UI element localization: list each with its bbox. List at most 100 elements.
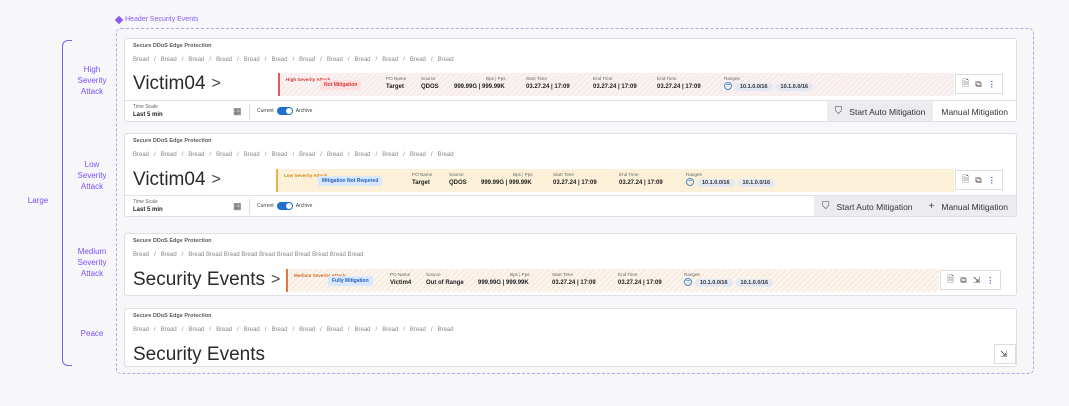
breadcrumb-item[interactable]: Bread [244, 57, 260, 63]
breadcrumb-item[interactable]: Bread [299, 152, 315, 158]
breadcrumb-item[interactable]: Bread [438, 57, 454, 63]
breadcrumb-separator: / [237, 327, 239, 333]
header-card-medium: Secure DDoS Edge Protection Bread / Bread /… [124, 233, 1017, 296]
breadcrumb-item[interactable]: Bread [188, 327, 204, 333]
breadcrumb-item[interactable]: Bread [133, 252, 149, 258]
severity-band: Medium Severity Attack Fully Mitigation … [286, 269, 939, 292]
breadcrumb-item[interactable]: Bread [299, 57, 315, 63]
breadcrumb-item[interactable]: Bread [327, 327, 343, 333]
group-label: Large [27, 196, 49, 205]
breadcrumb-separator: / [209, 327, 212, 333]
breadcrumb-separator: / [320, 327, 322, 333]
manual-mitigation-button[interactable]: + Manual Mitigation [921, 201, 1016, 212]
current-archive-toggle[interactable]: Current Archive [257, 107, 312, 115]
breadcrumb: Bread / Bread / Bread / Bread / Bread / Bread / Brea… [133, 152, 454, 158]
kebab-icon[interactable]: ⋮ [986, 276, 994, 285]
start-auto-mitigation-button[interactable]: ⛉ Start Auto Mitigation [827, 106, 934, 117]
kebab-icon[interactable]: ⋮ [988, 80, 996, 89]
variant-label-peace: Peace [80, 329, 104, 338]
breadcrumb-item[interactable]: Bread [438, 152, 454, 158]
page-title[interactable]: Victim04 > [133, 169, 221, 191]
document-icon[interactable]: 🗎 [962, 76, 969, 92]
breadcrumb-item[interactable]: Bread [355, 152, 371, 158]
copy-icon[interactable]: ⧉ [975, 79, 981, 90]
breadcrumb-item[interactable]: Bread [188, 152, 204, 158]
calendar-icon[interactable]: ▦ [233, 106, 242, 117]
breadcrumb-separator: / [347, 327, 350, 333]
breadcrumb-item[interactable]: Bread [327, 152, 343, 158]
plus-icon: + [928, 201, 935, 212]
group-bracket [62, 40, 72, 366]
breadcrumb-item[interactable]: Bread [133, 152, 149, 158]
severity-band: Low Severity Attack Mitigation Not Requi… [276, 169, 954, 192]
page-title[interactable]: Victim04 > [133, 73, 221, 95]
remove-circle-icon[interactable]: − [684, 278, 692, 286]
export-icon[interactable]: ⇲ [1000, 349, 1008, 360]
detail-col: PO Name Target [386, 76, 407, 90]
header-actions: 🗎 ⧉ ⋮ [955, 170, 1003, 190]
breadcrumb-item[interactable]: Bread [161, 252, 177, 258]
time-scale-value[interactable]: Last 5 min [133, 112, 163, 118]
breadcrumb-item[interactable]: Bread [355, 57, 371, 63]
breadcrumb-separator: / [209, 152, 212, 158]
chevron-right-icon: > [271, 271, 281, 288]
kebab-icon[interactable]: ⋮ [988, 176, 996, 185]
breadcrumb-item[interactable]: Bread [355, 327, 371, 333]
remove-circle-icon[interactable]: − [686, 178, 694, 186]
document-icon[interactable]: 🗎 [947, 272, 954, 288]
export-icon[interactable]: ⇲ [973, 275, 981, 286]
breadcrumb-item[interactable]: Bread [410, 152, 426, 158]
manual-mitigation-button[interactable]: Manual Mitigation [933, 101, 1016, 121]
breadcrumb-separator: / [320, 152, 322, 158]
card-title: Secure DDoS Edge Protection [133, 43, 212, 49]
breadcrumb-separator: / [403, 327, 405, 333]
breadcrumb-item[interactable]: Bread [188, 57, 204, 63]
breadcrumb-item[interactable]: Bread [382, 57, 398, 63]
breadcrumb-item[interactable]: Bread [271, 57, 287, 63]
shield-icon: ⛉ [821, 201, 830, 212]
detail-col: End Time 03.27.24 | 17:09 [593, 76, 637, 90]
frame-title: Header Security Events [114, 15, 199, 24]
breadcrumb-item[interactable]: Bread [382, 152, 398, 158]
breadcrumb-separator: / [154, 57, 156, 63]
breadcrumb-separator: / [347, 152, 350, 158]
breadcrumb: Bread / Bread / Bread / Bread / Bread / Bread / Brea… [133, 57, 454, 63]
breadcrumb-separator: / [430, 327, 433, 333]
breadcrumb-item[interactable]: Bread [271, 152, 287, 158]
breadcrumb-item[interactable]: Bread [244, 152, 260, 158]
start-auto-mitigation-button[interactable]: ⛉ Start Auto Mitigation [814, 201, 921, 212]
breadcrumb-item[interactable]: Bread [133, 57, 149, 63]
breadcrumb-item[interactable]: Bread [216, 327, 232, 333]
document-icon[interactable]: 🗎 [962, 172, 969, 188]
breadcrumb-item[interactable]: Bread Bread Bread Bread Bread Bread Brea… [188, 252, 363, 258]
breadcrumb-item[interactable]: Bread [133, 327, 149, 333]
breadcrumb-separator: / [347, 57, 350, 63]
breadcrumb-item[interactable]: Bread [216, 57, 232, 63]
breadcrumb-item[interactable]: Bread [244, 327, 260, 333]
copy-icon[interactable]: ⧉ [960, 275, 966, 286]
calendar-icon[interactable]: ▦ [233, 201, 242, 212]
breadcrumb-item[interactable]: Bread [410, 57, 426, 63]
page-title[interactable]: Security Events > [133, 269, 280, 291]
breadcrumb-item[interactable]: Bread [438, 327, 454, 333]
copy-icon[interactable]: ⧉ [975, 175, 981, 186]
breadcrumb-item[interactable]: Bread [382, 327, 398, 333]
breadcrumb-separator: / [237, 152, 239, 158]
breadcrumb-item[interactable]: Bread [271, 327, 287, 333]
breadcrumb-separator: / [375, 152, 378, 158]
remove-circle-icon[interactable]: − [724, 82, 732, 90]
breadcrumb-separator: / [181, 152, 184, 158]
breadcrumb-item[interactable]: Bread [299, 327, 315, 333]
design-board: Header Security Events Large High Severi… [0, 0, 1069, 406]
breadcrumb-item[interactable]: Bread [161, 327, 177, 333]
current-archive-toggle[interactable]: Current Archive [257, 202, 312, 210]
breadcrumb-item[interactable]: Bread [410, 327, 426, 333]
toggle-switch[interactable] [276, 107, 293, 115]
breadcrumb-item[interactable]: Bread [216, 152, 232, 158]
breadcrumb-separator: / [181, 327, 184, 333]
breadcrumb-item[interactable]: Bread [161, 152, 177, 158]
range-pill: 10.1.0.0/16 [775, 82, 814, 91]
ranges-col: Ranges −10.1.0.0/16 10.1.0.0/16 [724, 76, 814, 91]
breadcrumb-item[interactable]: Bread [327, 57, 343, 63]
breadcrumb-item[interactable]: Bread [161, 57, 177, 63]
